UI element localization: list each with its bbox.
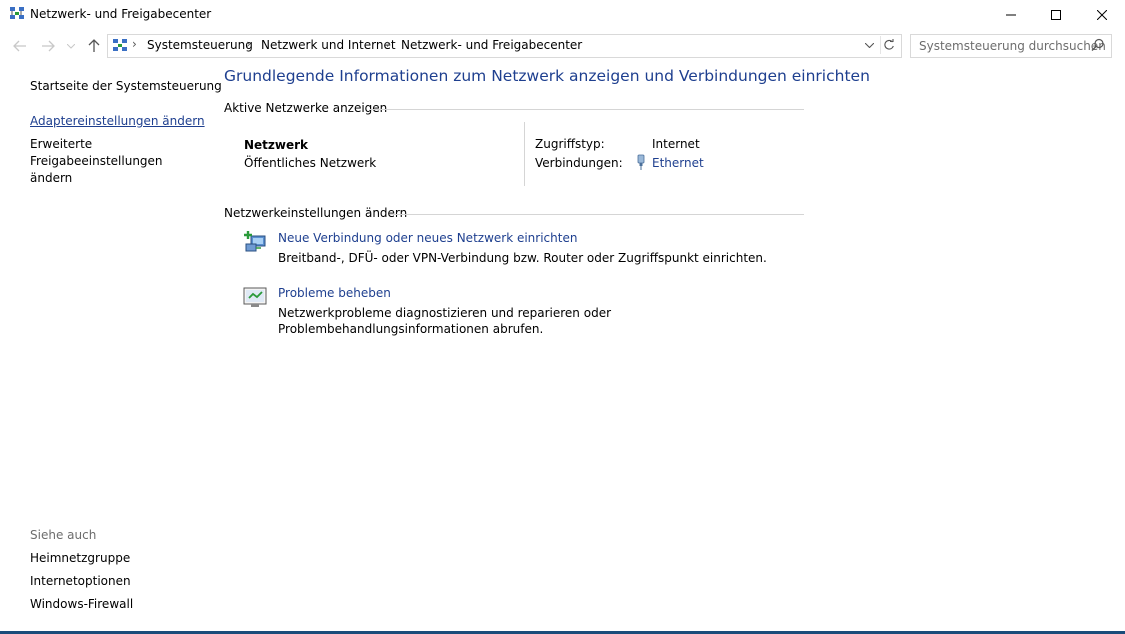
link-windows-firewall[interactable]: Windows-Firewall	[30, 596, 133, 613]
back-button[interactable]	[10, 36, 30, 56]
access-type-label: Zugriffstyp:	[535, 137, 605, 151]
maximize-button[interactable]	[1033, 0, 1079, 30]
minimize-icon	[1006, 14, 1016, 16]
section-divider	[370, 109, 804, 110]
network-divider	[524, 122, 525, 186]
breadcrumb-separator-icon: ›	[132, 37, 137, 51]
search-icon[interactable]	[1091, 38, 1105, 52]
chevron-down-icon	[67, 43, 75, 49]
arrow-left-icon	[13, 40, 26, 52]
troubleshoot-description: Netzwerkprobleme diagnostizieren und rep…	[278, 306, 612, 336]
minimize-button[interactable]	[988, 0, 1034, 30]
new-connection-icon	[243, 230, 269, 254]
connections-label: Verbindungen:	[535, 156, 623, 170]
window-title: Netzwerk- und Freigabecenter	[30, 7, 212, 21]
settings-heading: Netzwerkeinstellungen ändern	[224, 206, 408, 220]
network-category[interactable]: Öffentliches Netzwerk	[244, 156, 376, 170]
refresh-icon	[884, 39, 894, 50]
breadcrumb-netzwerk-freigabecenter[interactable]: Netzwerk- und Freigabecenter	[401, 38, 582, 52]
link-homegroup[interactable]: Heimnetzgruppe	[30, 550, 130, 567]
search-input[interactable]: Systemsteuerung durchsuchen	[910, 34, 1112, 58]
breadcrumb-separator-icon: ›	[246, 37, 251, 51]
up-button[interactable]	[84, 36, 104, 56]
arrow-right-icon	[42, 40, 55, 52]
link-advanced-sharing-settings[interactable]: Erweiterte Freigabeeinstellungen ändern	[30, 136, 195, 187]
troubleshoot-icon	[243, 286, 269, 310]
link-control-panel-home[interactable]: Startseite der Systemsteuerung	[30, 78, 222, 95]
address-dropdown-button[interactable]	[862, 37, 876, 53]
breadcrumb-separator-icon: ›	[386, 37, 391, 51]
troubleshoot-link[interactable]: Probleme beheben	[278, 286, 391, 300]
close-icon	[1097, 10, 1107, 20]
active-networks-heading: Aktive Netzwerke anzeigen	[224, 101, 388, 115]
recent-locations-button[interactable]	[64, 36, 78, 56]
control-panel-icon	[112, 38, 128, 54]
see-also-heading: Siehe auch	[30, 528, 97, 542]
breadcrumb-systemsteuerung[interactable]: Systemsteuerung	[147, 38, 253, 52]
link-internet-options[interactable]: Internetoptionen	[30, 573, 131, 590]
refresh-button[interactable]	[880, 36, 897, 54]
ethernet-connection-link[interactable]: Ethernet	[652, 156, 704, 170]
search-placeholder: Systemsteuerung durchsuchen	[919, 39, 1106, 53]
close-button[interactable]	[1079, 0, 1125, 30]
network-name: Netzwerk	[244, 138, 309, 152]
navigation-bar: › Systemsteuerung › Netzwerk und Interne…	[0, 30, 1125, 63]
title-bar: Netzwerk- und Freigabecenter	[0, 0, 1125, 30]
chevron-down-icon	[864, 42, 874, 48]
link-change-adapter-settings[interactable]: Adaptereinstellungen ändern	[30, 113, 205, 130]
breadcrumb-netzwerk-und-internet[interactable]: Netzwerk und Internet	[261, 38, 396, 52]
new-connection-link[interactable]: Neue Verbindung oder neues Netzwerk einr…	[278, 231, 577, 245]
address-bar[interactable]: › Systemsteuerung › Netzwerk und Interne…	[107, 34, 902, 58]
maximize-icon	[1051, 10, 1061, 20]
arrow-up-icon	[88, 39, 100, 52]
page-title: Grundlegende Informationen zum Netzwerk …	[224, 67, 870, 85]
section-divider	[390, 214, 804, 215]
forward-button[interactable]	[38, 36, 58, 56]
ethernet-icon	[636, 154, 646, 171]
access-type-value: Internet	[652, 137, 700, 151]
new-connection-description: Breitband-, DFÜ- oder VPN-Verbindung bzw…	[278, 251, 767, 265]
network-sharing-icon	[9, 6, 25, 22]
